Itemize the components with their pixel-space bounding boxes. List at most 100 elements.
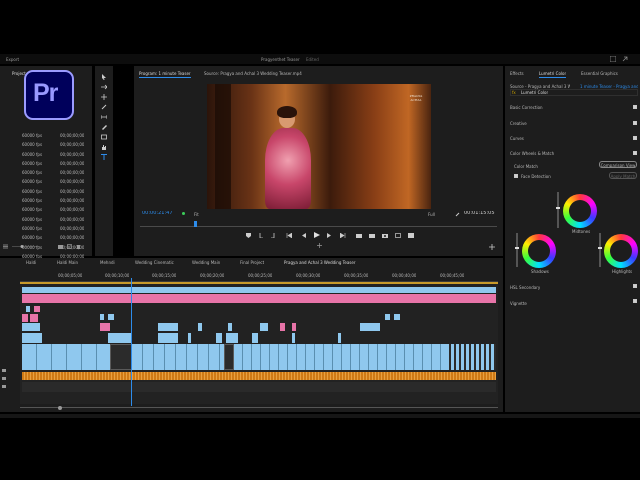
list-item[interactable]: 60000 fps00;00;00;00 bbox=[0, 150, 92, 159]
video-clip[interactable] bbox=[22, 323, 40, 331]
video-clip[interactable] bbox=[216, 333, 222, 343]
video-clip[interactable] bbox=[158, 323, 178, 331]
video-clip[interactable] bbox=[292, 323, 296, 331]
tab-essential-graphics[interactable]: Essential Graphics bbox=[581, 71, 618, 76]
step-forward-icon[interactable] bbox=[327, 233, 332, 238]
video-clip[interactable] bbox=[158, 333, 178, 343]
video-clip-v1[interactable] bbox=[132, 344, 224, 370]
video-clip-v1[interactable] bbox=[234, 344, 446, 370]
video-clip[interactable] bbox=[252, 333, 258, 343]
lock-track-icon[interactable] bbox=[2, 384, 6, 388]
rectangle-tool-icon[interactable] bbox=[101, 134, 107, 140]
timeline-tab[interactable]: Final Project bbox=[240, 260, 264, 265]
mark-out-icon[interactable] bbox=[270, 233, 275, 238]
list-item[interactable]: 60000 fps00;00;00;00 bbox=[0, 140, 92, 149]
video-clip[interactable] bbox=[108, 333, 132, 343]
timeline-ruler[interactable]: 00;00;05;00 00;00;10;00 00;00;15;00 00;0… bbox=[20, 270, 498, 282]
new-bin-icon[interactable] bbox=[58, 244, 63, 249]
extract-icon[interactable] bbox=[369, 233, 375, 238]
list-view-icon[interactable] bbox=[3, 244, 8, 249]
basic-correction-checkbox[interactable] bbox=[633, 105, 637, 109]
section-creative[interactable]: Creative bbox=[510, 121, 527, 126]
video-clip-v1[interactable] bbox=[110, 344, 132, 370]
video-clip[interactable] bbox=[394, 314, 400, 320]
video-clip[interactable] bbox=[360, 323, 380, 331]
vr-view-icon[interactable] bbox=[408, 233, 414, 238]
hsl-secondary-checkbox[interactable] bbox=[633, 284, 637, 288]
video-clip-v1[interactable] bbox=[446, 344, 496, 370]
section-curves[interactable]: Curves bbox=[510, 136, 524, 141]
timeline-tab[interactable]: Haldi Main bbox=[57, 260, 78, 265]
type-tool-icon[interactable] bbox=[101, 154, 107, 160]
video-clip-v1[interactable] bbox=[224, 344, 234, 370]
pen-tool-icon[interactable] bbox=[101, 124, 107, 130]
list-item[interactable]: 60000 fps00;00;00;00 bbox=[0, 168, 92, 177]
razor-tool-icon[interactable] bbox=[101, 104, 107, 110]
video-clip-adjustment[interactable] bbox=[22, 287, 496, 293]
video-clip[interactable] bbox=[338, 333, 341, 343]
midtones-slider[interactable] bbox=[556, 192, 560, 228]
fit-dropdown[interactable]: Fit bbox=[194, 212, 199, 217]
section-color-wheels[interactable]: Color Wheels & Match bbox=[510, 151, 554, 156]
tab-source[interactable]: Source: Pragya and Achal 3 Wedding Tease… bbox=[204, 71, 302, 76]
tab-program[interactable]: Program: 1 minute Teaser bbox=[139, 71, 191, 76]
list-item[interactable]: 60000 fps00;00;00;00 bbox=[0, 224, 92, 233]
video-clip[interactable] bbox=[226, 333, 238, 343]
list-item[interactable]: 60000 fps00;00;00;00 bbox=[0, 131, 92, 140]
slip-tool-icon[interactable] bbox=[101, 114, 107, 120]
highlights-slider[interactable] bbox=[598, 233, 602, 267]
workspace-icon[interactable] bbox=[610, 56, 616, 62]
share-icon[interactable] bbox=[622, 56, 628, 62]
section-vignette[interactable]: Vignette bbox=[510, 301, 527, 306]
video-clip[interactable] bbox=[22, 314, 28, 322]
midtones-wheel[interactable] bbox=[563, 194, 597, 228]
video-clip[interactable] bbox=[385, 314, 390, 320]
shadows-slider[interactable] bbox=[515, 233, 519, 267]
video-clip[interactable] bbox=[260, 323, 268, 331]
ripple-edit-tool-icon[interactable] bbox=[101, 94, 107, 100]
timeline-tab[interactable]: Wedding Cinematic bbox=[135, 260, 174, 265]
quality-dropdown[interactable]: Full bbox=[428, 212, 435, 217]
go-to-in-icon[interactable] bbox=[286, 233, 292, 238]
list-item[interactable]: 60000 fps00;00;00;00 bbox=[0, 205, 92, 214]
tab-lumetri-color[interactable]: Lumetri Color bbox=[539, 71, 566, 76]
highlights-wheel[interactable] bbox=[604, 234, 638, 268]
go-to-out-icon[interactable] bbox=[340, 233, 346, 238]
timeline-tab[interactable]: Mehndi bbox=[100, 260, 115, 265]
face-detection-checkbox[interactable] bbox=[514, 174, 518, 178]
timeline-scrollbar[interactable] bbox=[20, 406, 498, 410]
video-clip[interactable] bbox=[100, 323, 110, 331]
video-clip-v1[interactable] bbox=[22, 344, 110, 370]
play-icon[interactable] bbox=[314, 232, 320, 238]
export-frame-icon[interactable] bbox=[382, 233, 388, 238]
hand-tool-icon[interactable] bbox=[101, 144, 107, 150]
scrub-bar[interactable] bbox=[140, 221, 497, 227]
timeline-tab[interactable]: Haldi bbox=[26, 260, 36, 265]
list-item[interactable]: 60000 fps00;00;00;00 bbox=[0, 215, 92, 224]
step-back-icon[interactable] bbox=[301, 233, 306, 238]
timeline-tab[interactable]: Wedding Main bbox=[192, 260, 220, 265]
video-clip[interactable] bbox=[280, 323, 285, 331]
video-clip[interactable] bbox=[292, 333, 295, 343]
video-clip[interactable] bbox=[188, 333, 191, 343]
video-clip[interactable] bbox=[198, 323, 202, 331]
curves-checkbox[interactable] bbox=[633, 136, 637, 140]
lock-track-icon[interactable] bbox=[2, 368, 6, 372]
audio-clip-a1[interactable] bbox=[22, 372, 496, 380]
list-item[interactable]: 60000 fps00;00;00;00 bbox=[0, 187, 92, 196]
video-clip-title[interactable] bbox=[22, 294, 496, 303]
list-item[interactable]: 60000 fps00;00;00;00 bbox=[0, 159, 92, 168]
scrollbar-handle[interactable] bbox=[58, 406, 62, 410]
timeline-tab[interactable]: Pragya and Achal 3 Wedding Teaser bbox=[284, 260, 356, 265]
lock-track-icon[interactable] bbox=[2, 376, 6, 380]
section-basic-correction[interactable]: Basic Correction bbox=[510, 105, 543, 110]
vignette-checkbox[interactable] bbox=[633, 299, 637, 303]
settings-wrench-icon[interactable] bbox=[455, 212, 460, 217]
timeline-playhead[interactable] bbox=[131, 278, 132, 406]
scrub-playhead[interactable] bbox=[194, 221, 197, 227]
marker-icon[interactable] bbox=[246, 233, 251, 238]
video-clip[interactable] bbox=[108, 314, 114, 320]
shadows-wheel[interactable] bbox=[522, 234, 556, 268]
tab-effects[interactable]: Effects bbox=[510, 71, 524, 76]
apply-match-button[interactable]: Apply Match bbox=[609, 172, 637, 179]
